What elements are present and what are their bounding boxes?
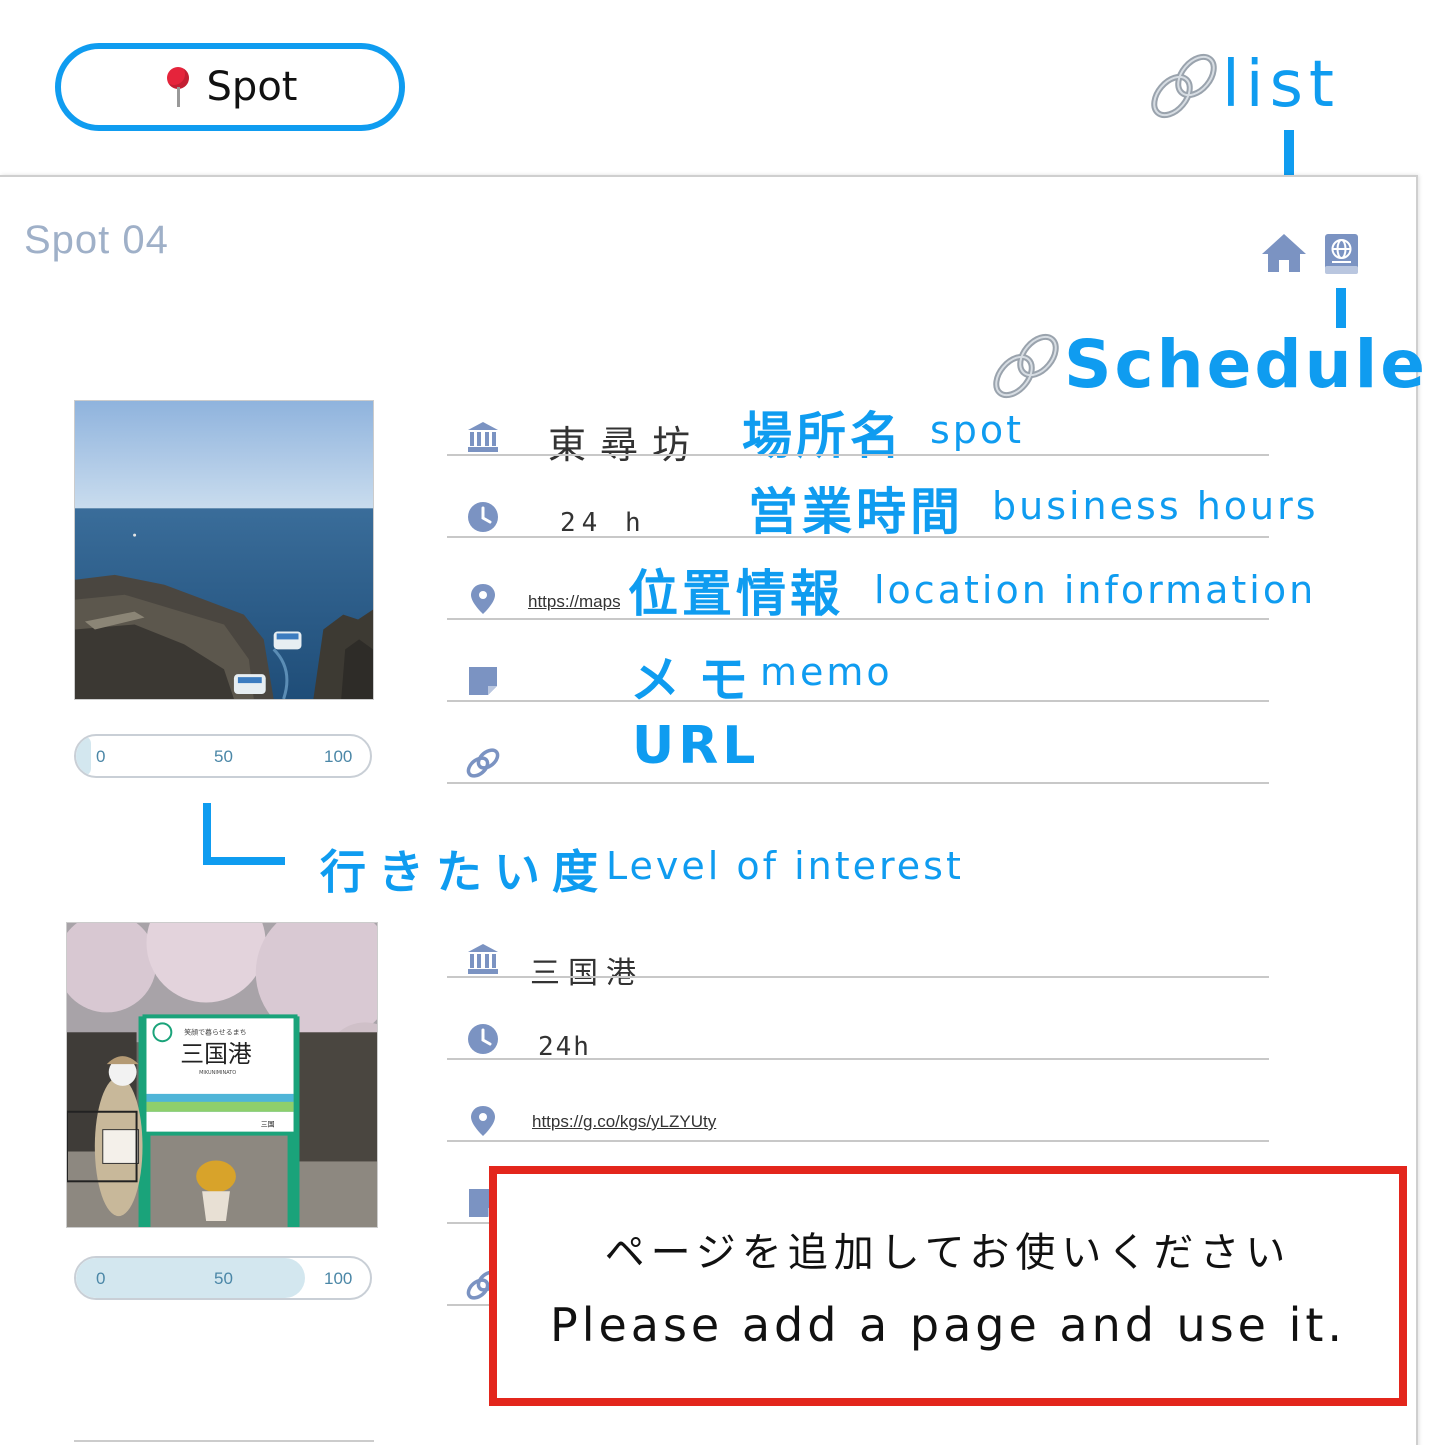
slider-tick: 100 [324, 747, 353, 766]
schedule-link[interactable]: Schedule [1064, 326, 1428, 403]
notice-en: Please add a page and use it. [549, 1298, 1347, 1352]
interest-label-jp: 行きたい度 [320, 845, 610, 899]
spot-button[interactable]: Spot [55, 43, 405, 131]
spot-label-en: spot [930, 408, 1025, 452]
map-pin-icon [163, 65, 193, 109]
slider-tick: 0 [96, 1269, 106, 1288]
clock-icon [468, 1024, 498, 1054]
spot-name-value[interactable]: 東尋坊 [548, 414, 704, 469]
chain-link-icon [1151, 53, 1217, 119]
next-photo-frame [74, 1440, 374, 1445]
hours-label-en: business hours [992, 484, 1319, 528]
hours-label-jp: 営業時間 [748, 483, 964, 541]
slider-tick: 0 [96, 747, 106, 766]
building-icon [468, 944, 498, 974]
home-icon[interactable] [1260, 232, 1308, 274]
interest-slider-fill [76, 1258, 306, 1298]
row-divider [447, 1140, 1269, 1142]
building-icon [468, 422, 498, 452]
row-divider [447, 700, 1269, 702]
chain-link-icon [993, 333, 1059, 399]
location-label-jp: 位置情報 [628, 565, 844, 623]
memo-label-en: memo [760, 650, 893, 694]
notice-jp: ページを追加してお使いください [604, 1230, 1292, 1276]
row-divider [447, 782, 1269, 784]
slider-tick: 50 [214, 1269, 233, 1288]
interest-bracket [203, 803, 211, 865]
spot-photo-tojinbo [74, 400, 374, 700]
row-divider [447, 618, 1269, 620]
row-divider [447, 1058, 1269, 1060]
page-title: Spot 04 [24, 218, 169, 262]
list-link[interactable]: list [1222, 48, 1340, 122]
interest-slider[interactable]: 0 50 100 [74, 734, 372, 778]
spot-label-jp: 場所名 [742, 407, 904, 465]
link-icon [466, 748, 500, 778]
spot-photo-mikuniminato: 笑顔で暮らせるまち 三国港 MIKUNIMINATO 三国 [66, 922, 378, 1228]
interest-bracket [203, 857, 285, 865]
photo-sign-main: 三国港 [180, 1040, 252, 1068]
location-pin-icon [471, 1106, 495, 1136]
url-label: URL [632, 716, 760, 776]
photo-sign-next: 三国 [261, 1121, 275, 1129]
photo-sign-romaji: MIKUNIMINATO [199, 1070, 236, 1076]
row-divider [447, 976, 1269, 978]
spot-name-value[interactable]: 三国港 [530, 948, 644, 992]
interest-slider[interactable]: 0 50 100 [74, 1256, 372, 1300]
interest-slider-fill [76, 736, 91, 776]
location-url-value[interactable]: https://maps [528, 592, 620, 612]
hours-value[interactable]: 24 h [560, 508, 647, 538]
slider-tick: 50 [214, 747, 233, 766]
row-divider [447, 454, 1269, 456]
location-url-value[interactable]: https://g.co/kgs/yLZYUty [532, 1112, 752, 1132]
slider-tick: 100 [324, 1269, 353, 1288]
interest-label-en: Level of interest [606, 844, 964, 888]
spot-button-label: Spot [206, 64, 298, 110]
add-page-notice: ページを追加してお使いください Please add a page and us… [489, 1166, 1407, 1406]
row-divider [447, 536, 1269, 538]
location-pin-icon [471, 584, 495, 614]
photo-sign-top: 笑顔で暮らせるまち [184, 1027, 246, 1036]
globe-book-icon[interactable] [1322, 232, 1362, 276]
location-label-en: location information [874, 568, 1317, 612]
clock-icon [468, 502, 498, 532]
memo-note-icon [469, 667, 497, 695]
schedule-connector-line [1336, 288, 1346, 328]
